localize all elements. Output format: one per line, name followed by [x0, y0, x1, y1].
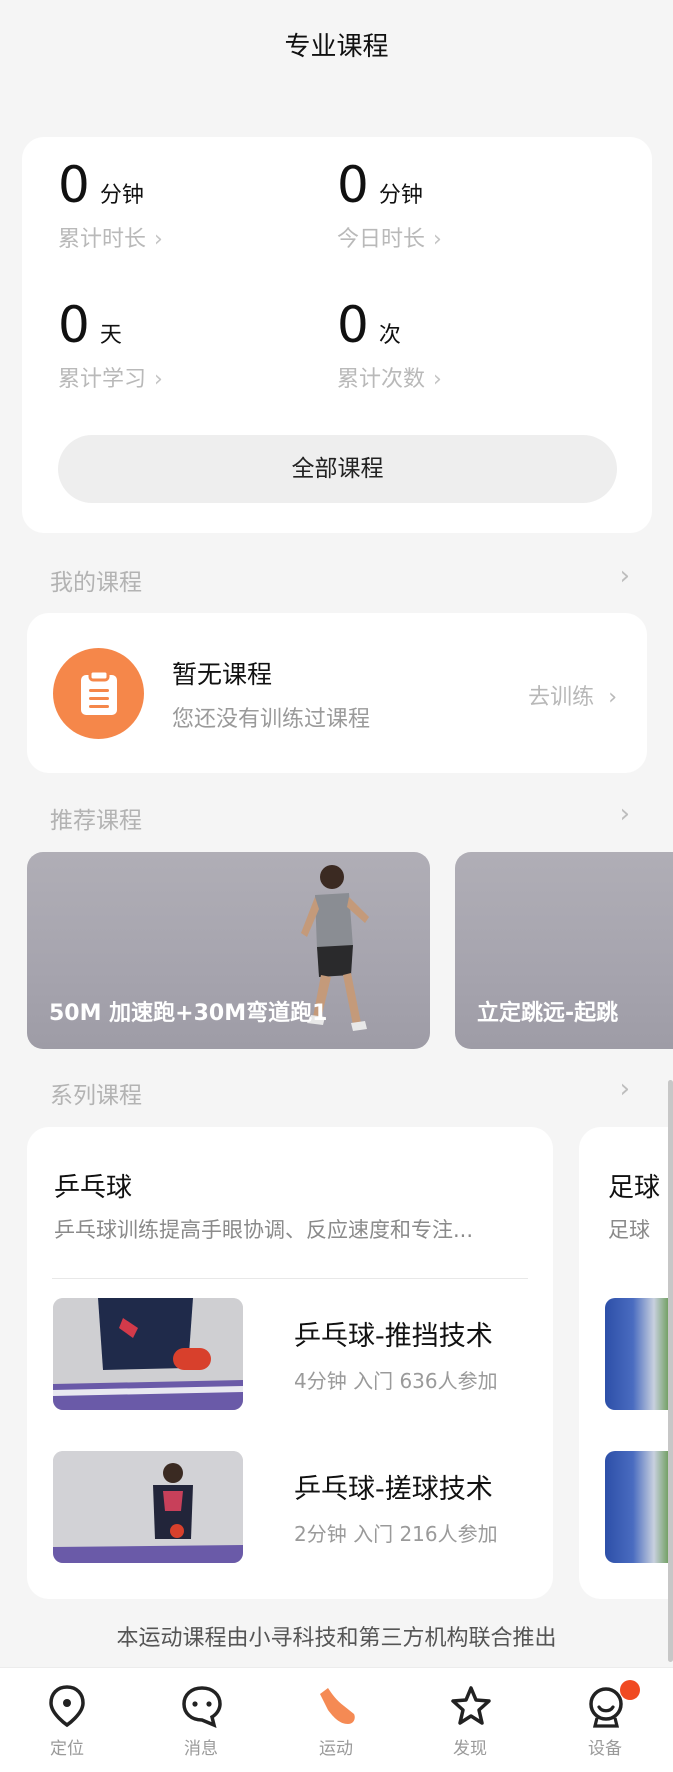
stat-label: 累计学习 › — [58, 361, 163, 393]
tab-device[interactable]: 设备 — [538, 1668, 672, 1772]
lesson-name: 乒乓球-搓球技术 — [294, 1474, 493, 1505]
chevron-right-icon: › — [433, 367, 442, 392]
star-icon — [451, 1686, 491, 1725]
stat-unit: 天 — [99, 323, 122, 348]
lesson-thumbnail — [53, 1451, 243, 1563]
chevron-right-icon: › — [619, 1074, 630, 1104]
section-series[interactable]: 系列课程 › — [50, 1074, 630, 1110]
chevron-right-icon: › — [619, 561, 630, 591]
tab-sport[interactable]: 运动 — [269, 1668, 403, 1772]
lesson-meta: 4分钟 入门 636人参加 — [294, 1369, 498, 1393]
go-train-label: 去训练 — [528, 685, 595, 710]
chevron-right-icon: › — [619, 799, 630, 829]
section-title: 我的课程 — [50, 570, 142, 596]
stat-label-text: 累计时长 — [58, 227, 147, 252]
all-courses-button[interactable]: 全部课程 — [58, 435, 617, 503]
stat-value: 0 — [58, 296, 90, 354]
page-title: 专业课程 — [284, 32, 389, 62]
lesson-thumbnail — [53, 1298, 243, 1410]
series-description: 足球 — [608, 1218, 650, 1242]
stat-label: 累计次数 › — [337, 361, 442, 393]
stat-label-text: 今日时长 — [337, 227, 426, 252]
series-card[interactable]: 足球 足球 — [579, 1127, 673, 1599]
recommended-card-title: 50M 加速跑+30M弯道跑1 — [49, 1001, 328, 1026]
stat-label: 累计时长 › — [58, 221, 163, 253]
lesson-thumbnail[interactable] — [605, 1298, 673, 1410]
tab-label: 运动 — [319, 1739, 353, 1759]
stat-total-duration[interactable]: 0 分钟 累计时长 › — [58, 159, 163, 253]
notification-badge — [620, 1680, 640, 1700]
stat-unit: 次 — [378, 323, 401, 348]
chevron-right-icon: › — [608, 685, 617, 710]
lesson-item[interactable]: 乒乓球-搓球技术 2分钟 入门 216人参加 — [53, 1451, 533, 1563]
my-course-card[interactable]: 暂无课程 您还没有训练过课程 去训练 › — [27, 613, 647, 773]
stat-unit: 分钟 — [99, 183, 144, 208]
lesson-item[interactable]: 乒乓球-推挡技术 4分钟 入门 636人参加 — [53, 1298, 533, 1410]
stats-card: 0 分钟 累计时长 › 0 分钟 今日时长 › 0天 累计学习 › 0次 累计次数 › 全部… — [22, 137, 652, 533]
section-my-courses[interactable]: 我的课程 › — [50, 561, 630, 597]
stat-value: 0 — [337, 156, 369, 214]
go-train-link[interactable]: 去训练 › — [528, 679, 617, 711]
empty-course-title: 暂无课程 — [172, 660, 273, 689]
empty-course-subtitle: 您还没有训练过课程 — [172, 707, 371, 732]
lesson-name: 乒乓球-推挡技术 — [294, 1321, 493, 1352]
location-icon — [49, 1685, 85, 1728]
chevron-right-icon: › — [433, 227, 442, 252]
section-title: 推荐课程 — [50, 808, 142, 834]
series-description: 乒乓球训练提高手眼协调、反应速度和专注... — [54, 1218, 474, 1242]
series-title: 乒乓球 — [54, 1173, 133, 1203]
tab-label: 发现 — [453, 1739, 487, 1759]
stat-label: 今日时长 › — [337, 221, 442, 253]
lesson-meta: 2分钟 入门 216人参加 — [294, 1522, 498, 1546]
series-card[interactable]: 乒乓球 乒乓球训练提高手眼协调、反应速度和专注... 乒乓球-推挡技术 4分钟 … — [27, 1127, 553, 1599]
lesson-thumbnail[interactable] — [605, 1451, 673, 1563]
scrollbar[interactable] — [668, 1080, 673, 1662]
clipboard-icon — [53, 648, 144, 739]
message-icon — [182, 1686, 222, 1728]
tab-label: 设备 — [588, 1739, 622, 1759]
page: 专业课程 0 分钟 累计时长 › 0 分钟 今日时长 › 0天 累计学习 › 0次 累计次… — [0, 0, 673, 1772]
series-title: 足球 — [608, 1173, 661, 1203]
stat-total-count[interactable]: 0次 累计次数 › — [337, 299, 442, 393]
tab-discover[interactable]: 发现 — [403, 1668, 537, 1772]
stat-label-text: 累计学习 — [58, 367, 147, 392]
recommended-card[interactable]: 立定跳远-起跳 — [455, 852, 673, 1049]
divider — [52, 1278, 528, 1279]
chevron-right-icon: › — [154, 367, 163, 392]
stat-total-days[interactable]: 0天 累计学习 › — [58, 299, 163, 393]
stat-today-duration[interactable]: 0 分钟 今日时长 › — [337, 159, 442, 253]
recommended-card[interactable]: 50M 加速跑+30M弯道跑1 — [27, 852, 430, 1049]
recommended-card-title: 立定跳远-起跳 — [477, 1001, 619, 1026]
stat-value: 0 — [337, 296, 369, 354]
tab-location[interactable]: 定位 — [0, 1668, 134, 1772]
stat-value: 0 — [58, 156, 90, 214]
footer-note: 本运动课程由小寻科技和第三方机构联合推出 — [116, 1626, 557, 1651]
chevron-right-icon: › — [154, 227, 163, 252]
stat-label-text: 累计次数 — [337, 367, 426, 392]
sport-shoe-icon — [320, 1688, 355, 1724]
tab-messages[interactable]: 消息 — [134, 1668, 268, 1772]
section-recommended[interactable]: 推荐课程 › — [50, 799, 630, 835]
tab-label: 定位 — [50, 1739, 84, 1759]
stat-unit: 分钟 — [378, 183, 423, 208]
tab-bar: 定位 消息 运动 发现 设备 — [0, 1667, 673, 1772]
section-title: 系列课程 — [50, 1083, 142, 1109]
tab-label: 消息 — [184, 1739, 218, 1759]
